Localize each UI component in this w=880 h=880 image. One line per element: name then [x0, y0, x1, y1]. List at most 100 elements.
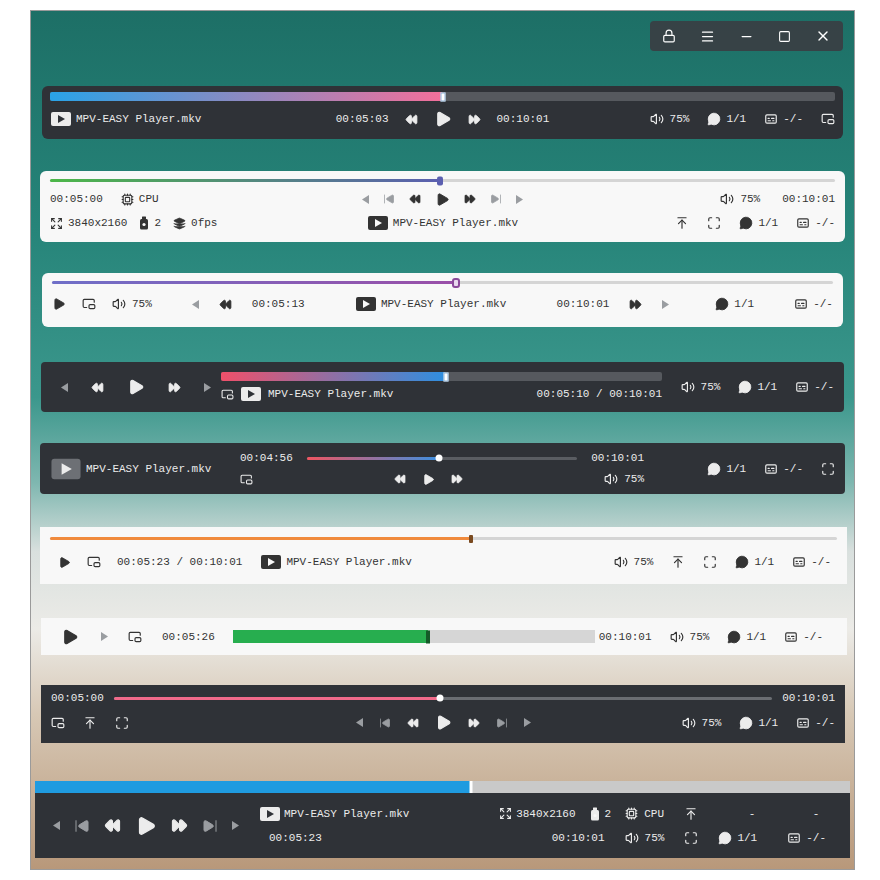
- file-play-icon[interactable]: [240, 386, 262, 402]
- fullscreen-icon[interactable]: [703, 555, 717, 569]
- next-small-icon[interactable]: [662, 300, 669, 309]
- captions-icon[interactable]: [764, 112, 778, 126]
- fullscreen-icon[interactable]: [684, 831, 698, 845]
- audio-track[interactable]: -/-: [787, 830, 826, 846]
- subtitle-bubble-icon[interactable]: [715, 297, 729, 311]
- resolution-icon[interactable]: [50, 217, 63, 230]
- skip-back-icon[interactable]: [383, 193, 395, 205]
- resolution-icon[interactable]: [499, 807, 512, 820]
- subtitle-track[interactable]: 1/1: [727, 629, 766, 645]
- captions-icon[interactable]: [784, 630, 798, 644]
- audio-track[interactable]: -/-: [796, 215, 835, 231]
- audio-track[interactable]: -/-: [764, 111, 803, 127]
- play-icon[interactable]: [61, 628, 79, 646]
- volume-icon[interactable]: [112, 297, 126, 311]
- picture-in-picture-icon[interactable]: [51, 716, 65, 730]
- play-icon[interactable]: [135, 815, 157, 837]
- volume[interactable]: 75%: [681, 379, 721, 395]
- fullscreen-icon[interactable]: [821, 462, 835, 476]
- volume[interactable]: 75%: [614, 554, 654, 570]
- seek-bar[interactable]: [221, 372, 662, 381]
- volume-icon[interactable]: [720, 192, 734, 206]
- skip-forward-icon[interactable]: [496, 717, 508, 729]
- seek-bar[interactable]: [52, 281, 833, 284]
- lock-icon[interactable]: [662, 29, 676, 43]
- audio-track[interactable]: -/-: [764, 461, 803, 477]
- picture-in-picture-icon[interactable]: [221, 388, 234, 401]
- subtitle-bubble-icon[interactable]: [718, 831, 732, 845]
- captions-icon[interactable]: [796, 216, 810, 230]
- seek-thumb[interactable]: [470, 781, 473, 793]
- volume[interactable]: 75%: [625, 830, 665, 846]
- seek-bar[interactable]: [35, 781, 850, 793]
- volume-icon[interactable]: [682, 716, 696, 730]
- fps-icon[interactable]: [173, 217, 186, 230]
- cpu-icon[interactable]: [625, 807, 638, 820]
- fullscreen-icon[interactable]: [115, 716, 129, 730]
- previous-small-icon[interactable]: [356, 718, 363, 727]
- subtitle-track[interactable]: 1/1: [707, 111, 746, 127]
- file-play-icon[interactable]: [367, 215, 389, 231]
- captions-icon[interactable]: [787, 831, 801, 845]
- rewind-icon[interactable]: [394, 473, 406, 485]
- file-play-icon[interactable]: [50, 457, 82, 481]
- audio-track[interactable]: -/-: [795, 379, 834, 395]
- seek-bar[interactable]: [50, 537, 837, 540]
- play-icon[interactable]: [422, 473, 435, 486]
- fast-forward-icon[interactable]: [629, 298, 642, 311]
- file-play-icon[interactable]: [259, 806, 281, 822]
- next-small-icon[interactable]: [524, 718, 531, 727]
- subtitle-bubble-icon[interactable]: [707, 462, 721, 476]
- volume[interactable]: 75%: [604, 471, 644, 487]
- fullscreen-icon[interactable]: [707, 216, 721, 230]
- rewind-icon[interactable]: [405, 113, 418, 126]
- subtitle-track[interactable]: 1/1: [739, 215, 778, 231]
- fast-forward-icon[interactable]: [171, 817, 188, 834]
- audio-track[interactable]: -/-: [792, 554, 831, 570]
- subtitle-track[interactable]: 1/1: [735, 554, 774, 570]
- minimize-icon[interactable]: [739, 29, 754, 44]
- rewind-icon[interactable]: [91, 381, 104, 394]
- rewind-icon[interactable]: [407, 717, 419, 729]
- subtitle-bubble-icon[interactable]: [739, 216, 753, 230]
- fast-forward-icon[interactable]: [468, 113, 481, 126]
- audio-track[interactable]: -/-: [794, 296, 833, 312]
- always-on-top-icon[interactable]: [684, 807, 698, 821]
- picture-in-picture-icon[interactable]: [82, 297, 96, 311]
- picture-in-picture-icon[interactable]: [87, 555, 101, 569]
- seek-thumb[interactable]: [452, 278, 460, 288]
- subtitle-track[interactable]: 1/1: [738, 379, 777, 395]
- subtitle-track[interactable]: 1/1: [715, 296, 754, 312]
- fast-forward-icon[interactable]: [464, 193, 476, 205]
- seek-bar[interactable]: [50, 92, 835, 101]
- subtitle-bubble-icon[interactable]: [739, 716, 753, 730]
- volume-icon[interactable]: [614, 555, 628, 569]
- play-icon[interactable]: [58, 556, 71, 569]
- file-play-icon[interactable]: [50, 111, 72, 127]
- rewind-icon[interactable]: [409, 193, 421, 205]
- menu-icon[interactable]: [700, 29, 715, 44]
- previous-small-icon[interactable]: [362, 195, 369, 204]
- seek-thumb[interactable]: [469, 535, 473, 543]
- volume[interactable]: 75%: [650, 111, 690, 127]
- rewind-icon[interactable]: [104, 817, 121, 834]
- skip-forward-icon[interactable]: [202, 818, 218, 834]
- previous-small-icon[interactable]: [53, 821, 60, 830]
- volume[interactable]: 75%: [670, 629, 710, 645]
- seek-bar[interactable]: [307, 457, 577, 460]
- seek-thumb[interactable]: [443, 372, 448, 381]
- play-icon[interactable]: [434, 110, 452, 128]
- always-on-top-icon[interactable]: [83, 716, 97, 730]
- seek-thumb[interactable]: [437, 176, 443, 185]
- picture-in-picture-icon[interactable]: [240, 473, 253, 486]
- rewind-icon[interactable]: [219, 298, 232, 311]
- subtitle-track[interactable]: 1/1: [707, 461, 746, 477]
- seek-bar[interactable]: [114, 697, 772, 700]
- volume[interactable]: 75%: [682, 715, 722, 731]
- captions-icon[interactable]: [764, 462, 778, 476]
- seek-thumb[interactable]: [426, 630, 430, 643]
- file-play-icon[interactable]: [260, 554, 282, 570]
- skip-back-icon[interactable]: [379, 717, 391, 729]
- audio-track[interactable]: -/-: [784, 629, 823, 645]
- always-on-top-icon[interactable]: [671, 555, 685, 569]
